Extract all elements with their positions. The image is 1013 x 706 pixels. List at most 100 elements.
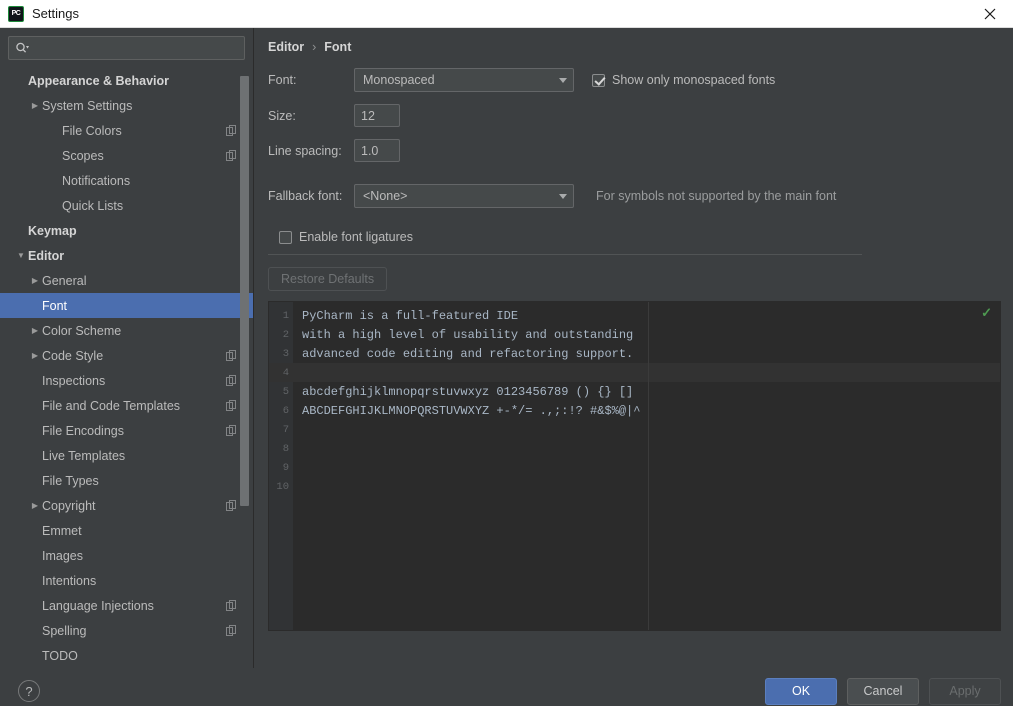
chevron-right-icon[interactable]: ▶	[28, 276, 42, 285]
sidebar-item-scopes[interactable]: ▶Scopes	[0, 143, 253, 168]
line-number: 1	[282, 309, 289, 322]
checkbox-icon[interactable]	[592, 73, 605, 87]
sidebar-item-file-colors[interactable]: ▶File Colors	[0, 118, 253, 143]
line-text: with a high level of usability and outst…	[302, 327, 634, 342]
chevron-down-icon[interactable]	[553, 185, 573, 207]
sidebar-item-images[interactable]: ▶Images	[0, 543, 253, 568]
checkbox-icon[interactable]	[279, 230, 292, 244]
line-number: 10	[276, 480, 289, 493]
sidebar-item-emmet[interactable]: ▶Emmet	[0, 518, 253, 543]
sidebar-item-code-style[interactable]: ▶ Code Style	[0, 343, 253, 368]
sidebar-item-copyright[interactable]: ▶ Copyright	[0, 493, 253, 518]
sidebar-item-label: Emmet	[42, 523, 82, 538]
fallback-font-value: <None>	[363, 189, 408, 203]
sidebar-item-notifications[interactable]: ▶Notifications	[0, 168, 253, 193]
sidebar-item-font[interactable]: ▶Font	[0, 293, 253, 318]
sidebar-item-color-scheme[interactable]: ▶ Color Scheme	[0, 318, 253, 343]
search-box[interactable]	[8, 36, 245, 60]
sidebar-item-todo[interactable]: ▶TODO	[0, 643, 253, 668]
dialog-footer: ? OK Cancel Apply	[0, 668, 1013, 706]
copy-settings-icon[interactable]	[226, 374, 237, 387]
settings-tree[interactable]: ▶Appearance & Behavior▶System Settings▶F…	[0, 66, 253, 668]
sidebar-item-label: Editor	[28, 248, 65, 263]
sidebar-item-label: Quick Lists	[62, 198, 124, 213]
sidebar-item-file-and-code-templates[interactable]: ▶File and Code Templates	[0, 393, 253, 418]
size-row: Size:	[268, 104, 1001, 127]
font-label: Font:	[268, 73, 297, 87]
font-family-value: Monospaced	[363, 73, 435, 87]
line-number: 4	[282, 366, 289, 379]
breadcrumb-leaf: Font	[324, 40, 352, 54]
copy-settings-icon[interactable]	[226, 424, 237, 437]
ligatures-checkbox[interactable]: Enable font ligatures	[279, 230, 413, 244]
sidebar-item-label: Appearance & Behavior	[28, 73, 170, 88]
copy-settings-icon[interactable]	[226, 599, 237, 612]
fallback-font-hint: For symbols not supported by the main fo…	[596, 189, 837, 203]
line-spacing-input[interactable]	[354, 139, 400, 162]
size-label: Size:	[268, 108, 296, 123]
close-icon[interactable]	[967, 0, 1013, 27]
chevron-right-icon[interactable]: ▶	[28, 326, 42, 335]
dialog-body: ▶Appearance & Behavior▶System Settings▶F…	[0, 28, 1013, 668]
chevron-right-icon[interactable]: ▶	[28, 351, 42, 360]
sidebar-item-general[interactable]: ▶ General	[0, 268, 253, 293]
sidebar-item-label: Scopes	[62, 148, 104, 163]
copy-settings-icon[interactable]	[226, 624, 237, 637]
editor-line: 6 ABCDEFGHIJKLMNOPQRSTUVWXYZ +-*/= .,;:!?…	[269, 401, 1000, 420]
font-settings-form: Font: Monospaced Show only monospaced fo…	[254, 68, 1001, 291]
sidebar-item-system-settings[interactable]: ▶ System Settings	[0, 93, 253, 118]
line-text: ABCDEFGHIJKLMNOPQRSTUVWXYZ +-*/= .,;:!? …	[302, 403, 641, 418]
sidebar-item-label: Inspections	[42, 373, 106, 388]
copy-settings-icon[interactable]	[226, 499, 237, 512]
fallback-font-select[interactable]: <None>	[354, 184, 574, 208]
chevron-right-icon[interactable]: ▶	[28, 101, 42, 110]
title-bar: PC Settings	[0, 0, 1013, 28]
copy-settings-icon[interactable]	[226, 399, 237, 412]
line-number: 5	[282, 385, 289, 398]
sidebar-item-inspections[interactable]: ▶Inspections	[0, 368, 253, 393]
sidebar-item-label: System Settings	[42, 98, 133, 113]
sidebar-item-keymap[interactable]: ▶Keymap	[0, 218, 253, 243]
sidebar-item-editor[interactable]: ▼ Editor	[0, 243, 253, 268]
sidebar-item-language-injections[interactable]: ▶Language Injections	[0, 593, 253, 618]
editor-lines: 1 PyCharm is a full-featured IDE 2 with a h…	[269, 302, 1000, 496]
font-preview-editor[interactable]: ✓ 1 PyCharm is a full-featured IDE 2 with a…	[268, 301, 1001, 631]
search-input[interactable]	[31, 41, 238, 55]
checkmark-icon[interactable]: ✓	[981, 306, 992, 319]
size-input[interactable]	[354, 104, 400, 127]
sidebar-item-spelling[interactable]: ▶Spelling	[0, 618, 253, 643]
chevron-down-icon[interactable]	[553, 69, 573, 91]
sidebar-item-label: Spelling	[42, 623, 87, 638]
apply-button[interactable]: Apply	[929, 677, 1001, 705]
restore-defaults-button[interactable]: Restore Defaults	[268, 267, 388, 291]
sidebar-item-label: Live Templates	[42, 448, 126, 463]
sidebar-item-live-templates[interactable]: ▶Live Templates	[0, 443, 253, 468]
sidebar-item-appearance-behavior[interactable]: ▶Appearance & Behavior	[0, 68, 253, 93]
copy-settings-icon[interactable]	[226, 349, 237, 362]
sidebar-item-label: File Colors	[62, 123, 122, 138]
help-button[interactable]: ?	[18, 680, 40, 702]
sidebar-scrollbar-thumb[interactable]	[240, 76, 249, 506]
sidebar-item-label: Code Style	[42, 348, 104, 363]
sidebar-item-label: Notifications	[62, 173, 131, 188]
copy-settings-icon[interactable]	[226, 124, 237, 137]
sidebar-item-label: File Types	[42, 473, 99, 488]
copy-settings-icon[interactable]	[226, 149, 237, 162]
sidebar-item-file-types[interactable]: ▶File Types	[0, 468, 253, 493]
sidebar-item-quick-lists[interactable]: ▶Quick Lists	[0, 193, 253, 218]
chevron-right-icon[interactable]: ▶	[28, 501, 42, 510]
cancel-button[interactable]: Cancel	[847, 677, 919, 705]
line-number: 6	[282, 404, 289, 417]
sidebar-item-label: Font	[42, 298, 68, 313]
font-family-select[interactable]: Monospaced	[354, 68, 574, 92]
sidebar-item-intentions[interactable]: ▶Intentions	[0, 568, 253, 593]
line-number: 9	[282, 461, 289, 474]
sidebar-scrollbar[interactable]	[240, 76, 249, 506]
show-monospaced-label: Show only monospaced fonts	[612, 73, 776, 87]
sidebar-item-file-encodings[interactable]: ▶File Encodings	[0, 418, 253, 443]
breadcrumb-root[interactable]: Editor	[268, 40, 304, 54]
ok-button[interactable]: OK	[765, 677, 837, 705]
chevron-down-icon[interactable]: ▼	[14, 251, 28, 260]
breadcrumb-separator: ›	[312, 40, 317, 54]
show-monospaced-checkbox[interactable]: Show only monospaced fonts	[592, 73, 775, 87]
